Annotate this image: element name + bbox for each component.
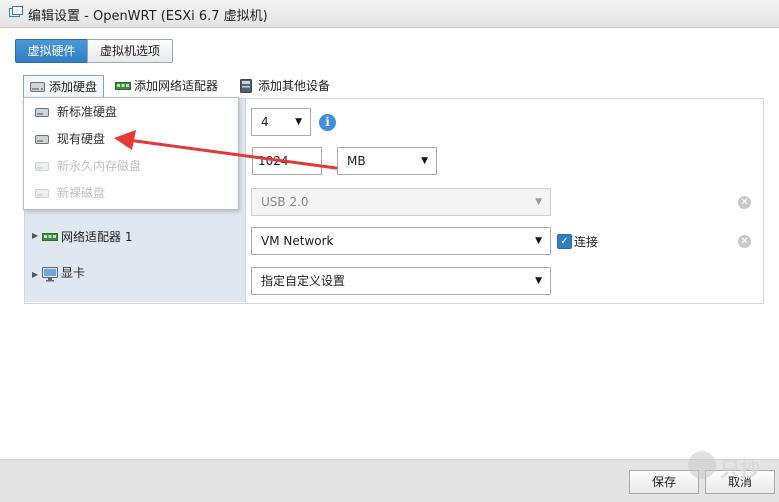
- edit-settings-dialog: 编辑设置 - OpenWRT (ESXi 6.7 虚拟机) 虚拟硬件 虚拟机选项…: [0, 0, 779, 502]
- network-adapter-value-cell: VM Network ▼ ✓ 连接 ✕: [246, 222, 763, 262]
- add-network-adapter-button[interactable]: 添加网络适配器: [109, 75, 227, 97]
- watermark-text: 只抄: [720, 457, 760, 481]
- add-disk-button[interactable]: 添加硬盘: [23, 75, 104, 99]
- connect-checkbox[interactable]: ✓: [557, 234, 572, 249]
- connect-label: 连接: [574, 235, 599, 249]
- network-adapter-label: 网络适配器 1: [61, 230, 133, 244]
- add-disk-label: 添加硬盘: [49, 80, 98, 94]
- add-other-device-label: 添加其他设备: [258, 79, 331, 93]
- network-value: VM Network: [261, 234, 334, 248]
- watermark-logo-icon: [688, 451, 716, 479]
- remove-usb-icon[interactable]: ✕: [738, 196, 751, 209]
- usb-controller-select: USB 2.0 ▼: [251, 188, 551, 216]
- add-other-device-button[interactable]: 添加其他设备: [233, 75, 343, 97]
- cpu-count-value: 4: [261, 115, 269, 129]
- network-select[interactable]: VM Network ▼: [251, 227, 551, 255]
- menu-item-label: 现有硬盘: [57, 132, 106, 146]
- hard-disk-icon: [35, 108, 49, 117]
- monitor-icon: [42, 267, 58, 282]
- hard-disk-icon: [30, 82, 45, 92]
- memory-unit-select[interactable]: MB ▼: [337, 147, 437, 175]
- usb-controller-value: USB 2.0: [261, 195, 309, 209]
- remove-network-adapter-icon[interactable]: ✕: [738, 235, 751, 248]
- vm-window-icon: [9, 6, 23, 17]
- watermark: 只抄: [688, 449, 778, 483]
- menu-item-label: 新标准硬盘: [57, 105, 118, 119]
- dialog-titlebar: 编辑设置 - OpenWRT (ESXi 6.7 虚拟机): [0, 0, 779, 28]
- video-card-row: ▶ 显卡 指定自定义设置 ▼: [25, 262, 763, 302]
- video-card-settings-select[interactable]: 指定自定义设置 ▼: [251, 267, 551, 295]
- chevron-down-icon: ▼: [421, 156, 428, 166]
- video-card-label-cell: ▶ 显卡: [25, 262, 246, 302]
- usb-value-cell: USB 2.0 ▼ ✕: [246, 183, 763, 222]
- dialog-footer: 保存 取消: [0, 459, 779, 502]
- add-network-adapter-label: 添加网络适配器: [134, 79, 219, 93]
- device-icon: [240, 79, 252, 93]
- menu-item-new-standard-disk[interactable]: 新标准硬盘: [24, 99, 238, 125]
- video-card-label: 显卡: [61, 266, 86, 280]
- expand-arrow-icon[interactable]: ▶: [32, 231, 38, 240]
- chevron-down-icon: ▼: [535, 276, 542, 286]
- memory-unit-value: MB: [347, 154, 366, 168]
- hard-disk-icon: [35, 162, 49, 171]
- menu-item-label: 新裸磁盘: [57, 186, 106, 200]
- tab-virtual-hardware[interactable]: 虚拟硬件: [15, 39, 88, 63]
- hard-disk-icon: [35, 135, 49, 144]
- chevron-down-icon: ▼: [535, 197, 542, 207]
- video-card-settings-value: 指定自定义设置: [261, 274, 346, 288]
- tab-vm-options[interactable]: 虚拟机选项: [87, 39, 173, 63]
- annotation-arrow: [114, 130, 338, 170]
- hardware-toolbar: 添加硬盘 添加网络适配器 添加其他设备: [23, 75, 443, 99]
- network-adapter-row: ▶ 网络适配器 1 VM Network ▼ ✓ 连接 ✕: [25, 222, 763, 263]
- video-card-value-cell: 指定自定义设置 ▼: [246, 262, 763, 302]
- network-card-icon: [42, 233, 58, 241]
- expand-arrow-icon[interactable]: ▶: [32, 270, 38, 279]
- menu-item-new-raw-disk: 新裸磁盘: [24, 180, 238, 206]
- hard-disk-icon: [35, 189, 49, 198]
- dialog-title: 编辑设置 - OpenWRT (ESXi 6.7 虚拟机): [28, 9, 268, 24]
- network-card-icon: [115, 82, 131, 90]
- chevron-down-icon: ▼: [535, 236, 542, 246]
- network-adapter-label-cell: ▶ 网络适配器 1: [25, 222, 246, 262]
